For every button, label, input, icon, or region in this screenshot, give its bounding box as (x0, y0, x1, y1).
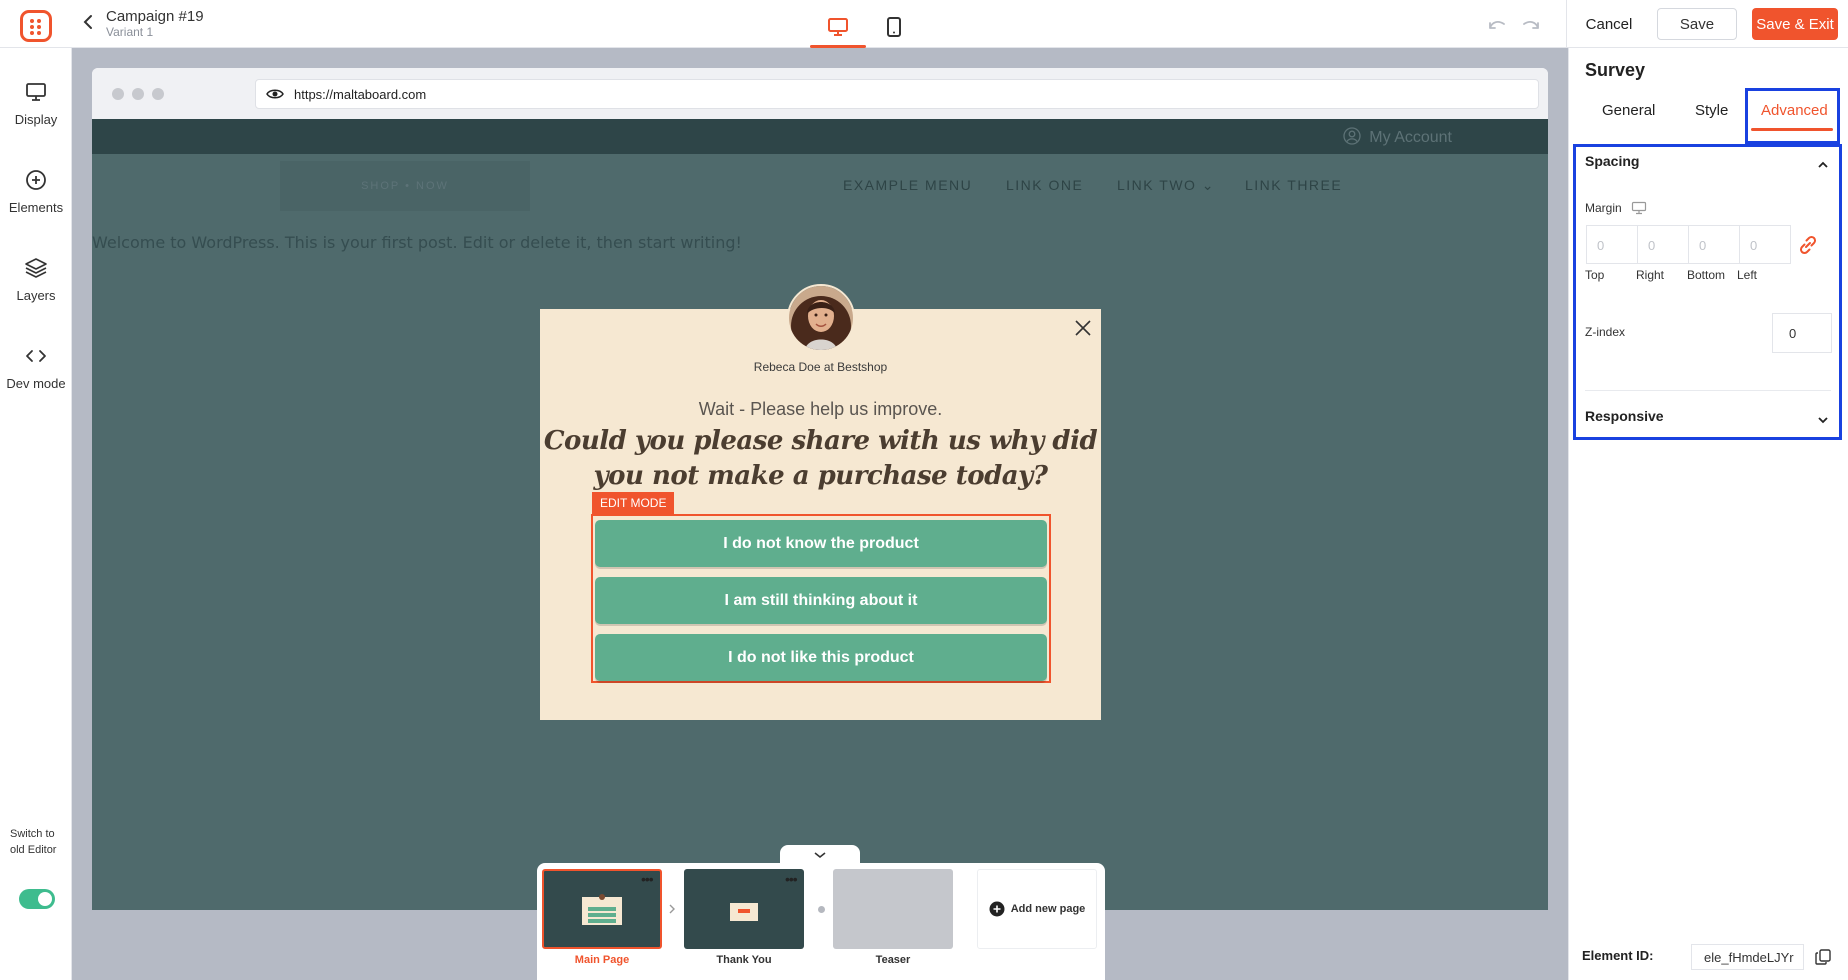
margin-right-label: Right (1636, 268, 1665, 282)
sidebar-item-label: Layers (16, 288, 56, 303)
responsive-section-title[interactable]: Responsive (1585, 408, 1664, 424)
divider (1566, 0, 1567, 48)
margin-bottom-label: Bottom (1687, 268, 1726, 282)
site-nav-item: EXAMPLE MENU (843, 177, 973, 193)
popup-question: Could you please share with us why did y… (543, 426, 1098, 491)
popup-subtitle: Wait - Please help us improve. (698, 399, 943, 419)
undo-icon[interactable] (1486, 14, 1508, 34)
code-icon (26, 350, 46, 362)
my-account-link: My Account (1343, 127, 1452, 147)
variant-label: Variant 1 (106, 25, 154, 39)
collapse-pages-button[interactable] (780, 845, 860, 865)
margin-label: Margin (1585, 201, 1647, 215)
divider (1585, 390, 1831, 391)
save-exit-button[interactable]: Save & Exit (1752, 8, 1838, 40)
chevron-down-icon[interactable] (1816, 413, 1830, 427)
desktop-icon (828, 18, 848, 36)
sidebar-item-elements[interactable]: Elements (0, 169, 72, 217)
url-bar[interactable]: https://maltaboard.com (255, 79, 1539, 109)
edit-mode-badge: EDIT MODE (592, 492, 675, 514)
zindex-input[interactable]: 0 (1772, 313, 1832, 353)
user-icon (1343, 127, 1361, 145)
copy-icon[interactable] (1814, 948, 1832, 966)
chevron-right-icon (669, 904, 675, 914)
chevron-up-icon[interactable] (1816, 158, 1830, 172)
dot-icon (818, 906, 825, 913)
more-icon[interactable]: ••• (785, 871, 798, 887)
mobile-icon (887, 17, 901, 37)
campaign-title[interactable]: Campaign #19 (106, 8, 204, 25)
margin-right-input[interactable]: 0 (1637, 225, 1689, 264)
site-logo: SHOP • NOW (280, 161, 530, 211)
zindex-label: Z-index (1585, 325, 1626, 339)
site-nav-item: LINK ONE (1006, 177, 1084, 193)
switch-editor-toggle[interactable] (19, 889, 55, 909)
back-arrow-icon[interactable] (80, 12, 96, 32)
sidebar-item-display[interactable]: Display (0, 81, 72, 129)
app-logo[interactable] (20, 10, 52, 42)
my-account-label: My Account (1369, 129, 1452, 146)
url-text: https://maltaboard.com (294, 87, 427, 102)
chevron-down-icon (814, 852, 826, 859)
survey-option-button[interactable]: I do not like this product (595, 634, 1047, 681)
spacing-section-title[interactable]: Spacing (1585, 153, 1639, 169)
element-id-label: Element ID: (1582, 948, 1654, 963)
sidebar-item-dev-mode[interactable]: Dev mode (0, 345, 72, 393)
tab-general[interactable]: General (1602, 102, 1655, 119)
sidebar-item-label: Elements (8, 200, 64, 215)
eye-icon (266, 89, 284, 99)
site-nav-item: LINK THREE (1245, 177, 1343, 193)
redo-icon[interactable] (1520, 14, 1542, 34)
popup-byline: Rebeca Doe at Bestshop (753, 360, 888, 374)
switch-editor-label: Switch to old Editor (10, 828, 57, 856)
panel-title: Survey (1585, 60, 1646, 80)
save-button[interactable]: Save (1657, 8, 1737, 40)
add-new-page-label: Add new page (1010, 903, 1086, 915)
margin-left-input[interactable]: 0 (1739, 225, 1791, 264)
advanced-tab-highlight (1745, 88, 1840, 144)
page-switcher: ••• Main Page ••• Thank You Teaser Add n… (537, 863, 1105, 980)
sidebar-item-label: Dev mode (6, 376, 66, 391)
cancel-button[interactable]: Cancel (1576, 8, 1642, 40)
page-thumbnail-teaser[interactable] (833, 869, 953, 949)
top-bar: Campaign #19 Variant 1 Cancel Save Save … (0, 0, 1848, 48)
margin-bottom-input[interactable]: 0 (1688, 225, 1740, 264)
link-icon[interactable] (1796, 233, 1820, 257)
monitor-icon (26, 83, 46, 101)
site-nav-item: LINK TWO ⌄ (1117, 177, 1216, 193)
page-label-teaser: Teaser (875, 954, 911, 966)
plus-circle-icon (989, 901, 1005, 917)
margin-top-input[interactable]: 0 (1586, 225, 1638, 264)
window-dot (132, 88, 144, 100)
layers-icon (25, 258, 47, 278)
sidebar-item-layers[interactable]: Layers (0, 257, 72, 305)
page-label-thank-you: Thank You (716, 954, 772, 966)
site-topbar: My Account (92, 119, 1548, 154)
element-id-field[interactable]: ele_fHmdeLJYr (1691, 944, 1804, 970)
survey-option-button[interactable]: I do not know the product (595, 520, 1047, 567)
plus-circle-icon (26, 170, 46, 190)
welcome-text: Welcome to WordPress. This is your first… (92, 233, 742, 252)
sidebar-item-label: Display (14, 112, 58, 127)
add-new-page-button[interactable]: Add new page (977, 869, 1097, 949)
more-icon[interactable]: ••• (641, 871, 654, 887)
margin-label-text: Margin (1585, 201, 1622, 215)
tab-style[interactable]: Style (1695, 102, 1728, 119)
page-label-main: Main Page (574, 954, 630, 966)
window-dot (112, 88, 124, 100)
browser-toolbar: https://maltaboard.com (92, 68, 1548, 119)
desktop-icon (1631, 201, 1647, 215)
close-icon[interactable] (1073, 318, 1093, 338)
survey-option-button[interactable]: I am still thinking about it (595, 577, 1047, 624)
mobile-preview-button[interactable] (866, 6, 922, 48)
window-dot (152, 88, 164, 100)
margin-top-label: Top (1585, 268, 1605, 282)
avatar (787, 284, 855, 352)
desktop-preview-button[interactable] (810, 6, 866, 48)
spacing-section-highlight (1573, 144, 1842, 440)
margin-left-label: Left (1737, 268, 1758, 282)
